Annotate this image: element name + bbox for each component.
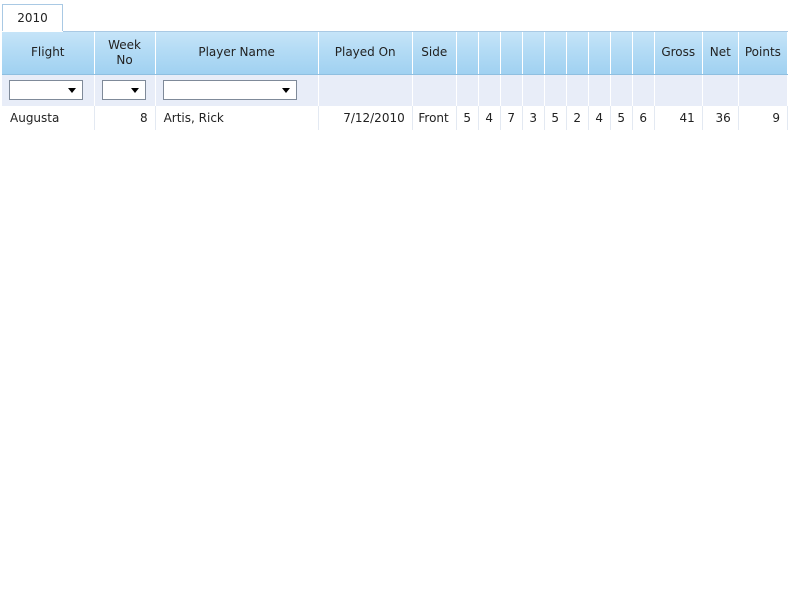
filter-cell-empty	[522, 74, 545, 106]
cell-player-name[interactable]: Artis, Rick	[155, 106, 319, 130]
cell-net[interactable]: 36	[702, 106, 739, 130]
cell-hole-9[interactable]: 6	[632, 106, 655, 130]
filter-cell-empty	[478, 74, 501, 106]
column-header-hole-2[interactable]	[478, 32, 501, 75]
cell-hole-8[interactable]: 5	[610, 106, 633, 130]
flight-filter-dropdown[interactable]	[9, 80, 83, 101]
filter-row	[2, 74, 789, 106]
chevron-down-icon	[281, 88, 290, 94]
filter-cell-empty	[500, 74, 523, 106]
chevron-down-icon	[68, 88, 76, 94]
cell-hole-2[interactable]: 4	[478, 106, 501, 130]
column-header-hole-7[interactable]	[588, 32, 611, 75]
column-header-hole-5[interactable]	[544, 32, 567, 75]
year-tab-2010[interactable]: 2010	[2, 4, 63, 31]
column-header-net[interactable]: Net	[702, 32, 739, 75]
filter-cell-empty	[566, 74, 589, 106]
column-header-hole-1[interactable]	[456, 32, 479, 75]
chevron-down-icon	[130, 88, 139, 94]
column-header-points[interactable]: Points	[738, 32, 789, 75]
cell-week-no[interactable]: 8	[94, 106, 156, 130]
filter-cell-player-name	[155, 74, 319, 106]
column-header-gross[interactable]: Gross	[654, 32, 703, 75]
cell-hole-7[interactable]: 4	[588, 106, 611, 130]
filter-cell-empty	[610, 74, 633, 106]
header-row: Flight Week No Player Name Played On Side…	[2, 32, 789, 75]
filter-cell-empty	[544, 74, 567, 106]
cell-side[interactable]: Front	[412, 106, 457, 130]
filter-cell-week-no	[94, 74, 156, 106]
filter-cell-empty	[738, 74, 789, 106]
filter-cell-empty	[588, 74, 611, 106]
column-header-hole-6[interactable]	[566, 32, 589, 75]
column-header-week-no[interactable]: Week No	[94, 32, 156, 75]
cell-played-on[interactable]: 7/12/2010	[318, 106, 413, 130]
filter-cell-empty	[632, 74, 655, 106]
column-header-played-on[interactable]: Played On	[318, 32, 413, 75]
table-row[interactable]: Augusta 8 Artis, Rick 7/12/2010 Front 5 …	[2, 106, 789, 130]
column-header-side[interactable]: Side	[412, 32, 457, 75]
column-header-hole-3[interactable]	[500, 32, 523, 75]
column-header-week-no-label: Week No	[108, 37, 141, 67]
column-header-hole-9[interactable]	[632, 32, 655, 75]
filter-cell-empty	[412, 74, 457, 106]
cell-points[interactable]: 9	[738, 106, 789, 130]
week-no-filter-dropdown[interactable]	[101, 80, 146, 101]
cell-gross[interactable]: 41	[654, 106, 703, 130]
filter-cell-empty	[654, 74, 703, 106]
cell-flight[interactable]: Augusta	[2, 106, 95, 130]
filter-cell-empty	[702, 74, 739, 106]
column-header-flight[interactable]: Flight	[2, 32, 95, 75]
cell-hole-1[interactable]: 5	[456, 106, 479, 130]
column-header-hole-8[interactable]	[610, 32, 633, 75]
filter-cell-flight	[2, 74, 95, 106]
column-header-hole-4[interactable]	[522, 32, 545, 75]
column-header-player-name[interactable]: Player Name	[155, 32, 319, 75]
filter-cell-empty	[456, 74, 479, 106]
player-name-filter-dropdown[interactable]	[162, 80, 297, 101]
cell-hole-4[interactable]: 3	[522, 106, 545, 130]
filter-cell-empty	[318, 74, 413, 106]
cell-hole-3[interactable]: 7	[500, 106, 523, 130]
scores-grid: Flight Week No Player Name Played On Side…	[2, 32, 789, 130]
cell-hole-6[interactable]: 2	[566, 106, 589, 130]
cell-hole-5[interactable]: 5	[544, 106, 567, 130]
